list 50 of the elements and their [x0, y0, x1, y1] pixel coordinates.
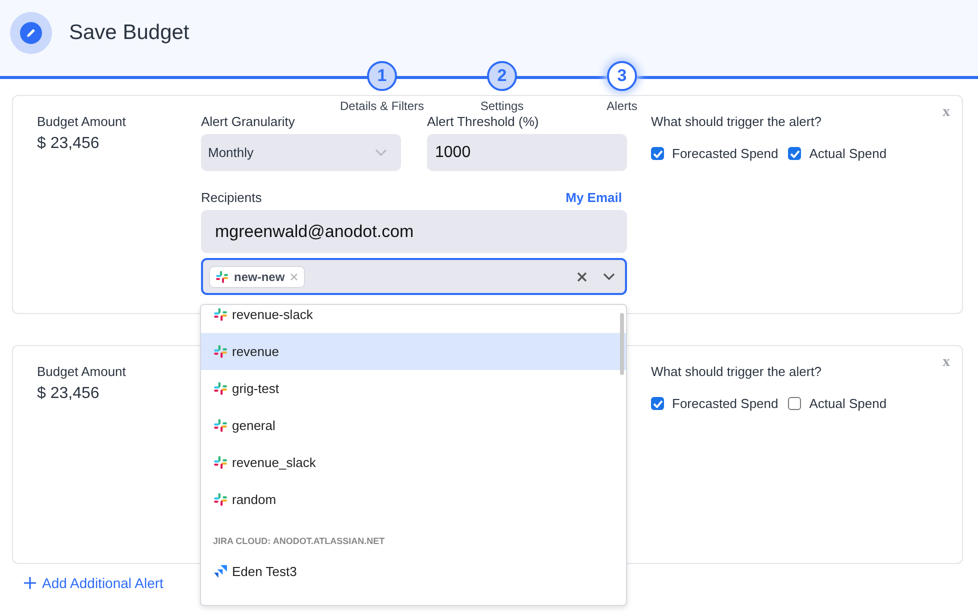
my-email-link[interactable]: My Email [566, 190, 622, 205]
granularity-select[interactable]: Monthly [201, 134, 401, 171]
trigger-checkbox[interactable]: Forecasted Spend [651, 146, 778, 161]
group-heading: JIRA CLOUD: ANODOT.ATLASSIAN.NET [212, 535, 386, 548]
budget-amount: $ 23,456 [37, 385, 100, 403]
step-label: Details & Filters [340, 99, 424, 113]
slack-icon [215, 270, 229, 284]
pencil-icon [10, 12, 52, 54]
email-input[interactable]: mgreenwald@anodot.com [201, 210, 627, 253]
trigger-checkbox[interactable]: Forecasted Spend [651, 396, 778, 411]
scrollbar[interactable] [620, 313, 624, 375]
channel-tag: new-new [209, 266, 305, 288]
budget-label: Budget Amount [37, 114, 127, 129]
field-label: Alert Granularity [201, 114, 296, 129]
plus-icon [24, 577, 36, 589]
jira-icon [213, 564, 228, 579]
clear-icon[interactable] [577, 272, 587, 282]
channel-option[interactable]: random [201, 481, 626, 518]
step-label: Settings [480, 99, 524, 113]
channel-option[interactable]: Eden Test3 [201, 553, 626, 590]
trigger-question: What should trigger the alert? [651, 364, 823, 379]
check-icon [652, 150, 662, 158]
add-alert-link[interactable]: Add Additional Alert [24, 575, 164, 591]
budget-amount: $ 23,456 [37, 135, 100, 153]
slack-icon [213, 455, 228, 470]
slack-icon [213, 307, 228, 322]
channel-option[interactable]: grig-test [201, 370, 626, 407]
channel-option[interactable]: revenue-slack [201, 307, 626, 329]
channel-select[interactable]: new-new [201, 258, 627, 295]
chevron-icon[interactable] [603, 272, 615, 280]
slack-icon [213, 381, 228, 396]
chevron-icon [375, 148, 387, 156]
trigger-checkbox[interactable]: Actual Spend [788, 396, 887, 411]
channel-option[interactable]: revenue [201, 333, 626, 370]
slack-icon [213, 344, 228, 359]
channel-option[interactable]: revenue_slack [201, 444, 626, 481]
check-icon [790, 150, 800, 158]
slack-icon [213, 492, 228, 507]
check-icon [652, 400, 662, 408]
threshold-input[interactable]: 1000 [427, 134, 627, 171]
trigger-question: What should trigger the alert? [651, 114, 823, 129]
channel-option[interactable]: general [201, 407, 626, 444]
trigger-checkbox[interactable]: Actual Spend [788, 146, 887, 161]
step-label: Alerts [606, 99, 638, 113]
step-circle[interactable]: 3 [607, 61, 637, 91]
slack-icon [213, 418, 228, 433]
budget-label: Budget Amount [37, 364, 127, 379]
field-label: Recipients [201, 190, 262, 205]
field-label: Alert Threshold (%) [427, 114, 540, 129]
page-title: Save Budget [69, 21, 190, 45]
